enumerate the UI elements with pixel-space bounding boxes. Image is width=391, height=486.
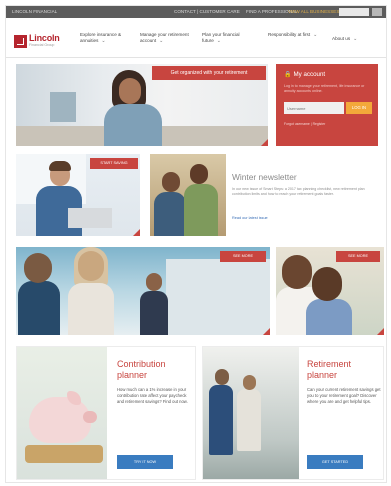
- see-more-tag[interactable]: SEE MORE: [220, 251, 266, 262]
- lock-icon: 🔒: [284, 72, 292, 78]
- nav-item-retirement[interactable]: Manage your retirement account ⌄: [140, 32, 195, 44]
- nav-label: About us: [332, 36, 351, 41]
- newsletter-link[interactable]: Read our latest issue: [232, 216, 268, 220]
- try-it-now-button[interactable]: TRY IT NOW: [117, 455, 173, 469]
- contribution-planner-card: Contribution planner How much can a 1% i…: [16, 346, 196, 480]
- people-promo-image[interactable]: SEE MORE: [16, 247, 270, 335]
- nav-item-insurance[interactable]: Explore insurance & annuities ⌄: [80, 32, 135, 44]
- account-title-text: My account: [293, 71, 326, 78]
- account-links[interactable]: Forgot username | Register: [284, 122, 325, 126]
- brand-menu[interactable]: LINCOLN FINANCIAL: [12, 8, 57, 16]
- saving-promo-image[interactable]: START SAVING: [16, 154, 140, 236]
- card-text: How much can a 1% increase in your contr…: [117, 387, 188, 404]
- nav-label: Manage your retirement account: [140, 32, 189, 43]
- search-icon[interactable]: [372, 8, 382, 16]
- corner-arrow-icon: [263, 328, 270, 335]
- chevron-down-icon: ⌄: [159, 37, 164, 44]
- card-title: Retirement planner: [307, 359, 352, 380]
- login-button[interactable]: LOG IN: [346, 102, 372, 114]
- search-input[interactable]: [339, 8, 369, 16]
- hero-banner[interactable]: Get organized with your retirement: [152, 66, 266, 80]
- logo-icon[interactable]: [14, 35, 27, 48]
- nav-label: Responsibility at first: [268, 32, 311, 37]
- page-frame: LINCOLN FINANCIAL CONTACT | CUSTOMER CAR…: [6, 6, 386, 482]
- card-title: Contribution planner: [117, 359, 166, 380]
- chevron-down-icon: ⌄: [216, 37, 221, 44]
- card-text: Can your current retirement savings get …: [307, 387, 381, 404]
- newsletter-image[interactable]: [150, 154, 226, 236]
- start-saving-tag[interactable]: START SAVING: [90, 158, 138, 169]
- chevron-down-icon: ⌄: [353, 36, 358, 42]
- account-description: Log in to manage your retirement, life i…: [284, 84, 365, 93]
- username-field[interactable]: [284, 102, 344, 114]
- account-title: 🔒 My account: [284, 71, 325, 78]
- couple-promo-image[interactable]: SEE MORE: [276, 247, 384, 335]
- corner-arrow-icon: [133, 229, 140, 236]
- chevron-down-icon: ⌄: [313, 32, 318, 38]
- my-account-panel: 🔒 My account Log in to manage your retire…: [276, 64, 378, 146]
- newsletter-text: In our new issue of Smart Steps: a 2017 …: [232, 187, 365, 196]
- get-started-button[interactable]: GET STARTED: [307, 455, 363, 469]
- nav-item-plan[interactable]: Plan your financial future ⌄: [202, 32, 257, 44]
- chevron-down-icon: ⌄: [101, 37, 106, 44]
- newsletter-title: Winter newsletter: [232, 172, 297, 182]
- logo-subtitle: Financial Group: [29, 43, 55, 47]
- site-header: Lincoln Financial Group Explore insuranc…: [6, 18, 386, 58]
- hero-image[interactable]: Get organized with your retirement: [16, 64, 268, 146]
- nav-item-responsibility[interactable]: Responsibility at first ⌄: [268, 32, 323, 39]
- couple-walking-image: [203, 347, 299, 479]
- corner-arrow-icon: [377, 328, 384, 335]
- logo-name[interactable]: Lincoln: [29, 33, 60, 43]
- corner-arrow-icon: [261, 139, 268, 146]
- retirement-planner-card: Retirement planner Can your current reti…: [202, 346, 384, 480]
- all-businesses-link[interactable]: VIEW ALL BUSINESSES: [288, 8, 339, 16]
- contact-link[interactable]: CONTACT | CUSTOMER CARE: [174, 8, 240, 16]
- piggy-bank-image: [17, 347, 107, 479]
- nav-item-about[interactable]: About us ⌄: [332, 36, 386, 43]
- see-more-tag[interactable]: SEE MORE: [336, 251, 380, 262]
- utility-bar: LINCOLN FINANCIAL CONTACT | CUSTOMER CAR…: [6, 6, 386, 18]
